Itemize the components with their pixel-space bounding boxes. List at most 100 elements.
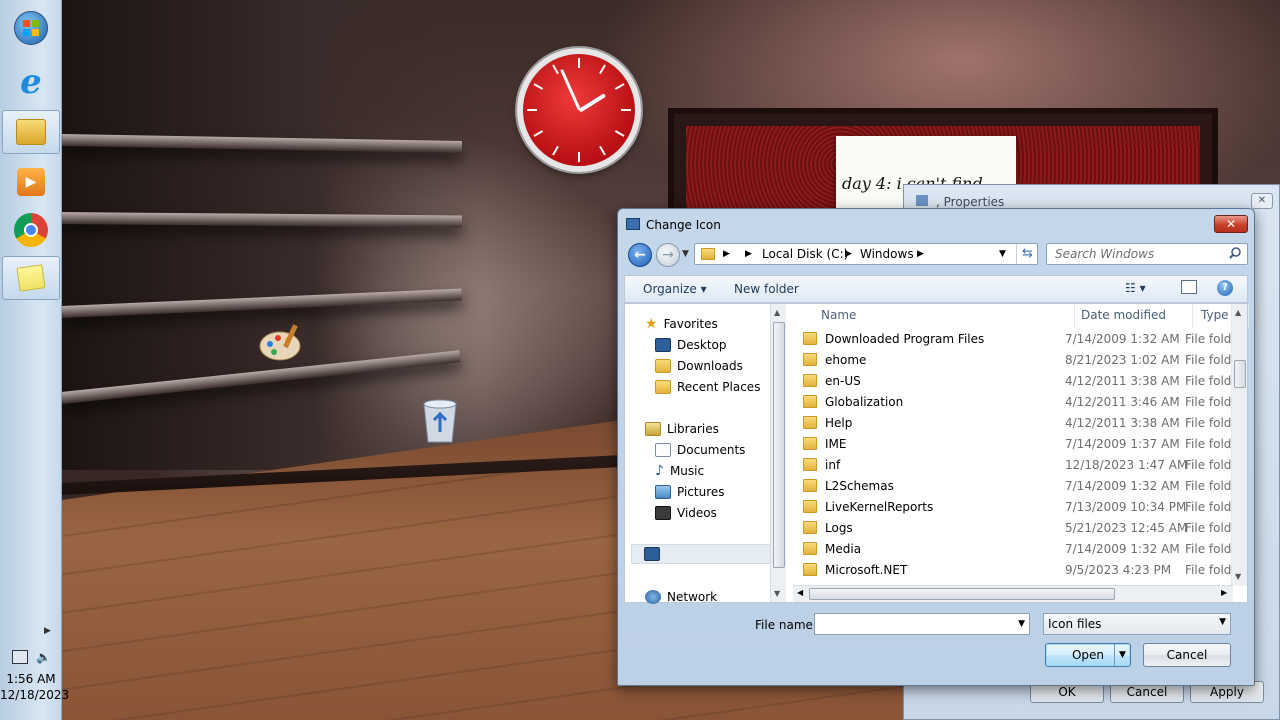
nav-pane-scrollbar[interactable]: ▲ ▼: [770, 304, 786, 602]
folder-icon: [803, 521, 817, 534]
start-button[interactable]: [2, 6, 60, 50]
scroll-down-arrow-icon[interactable]: ▼: [774, 589, 780, 598]
scroll-up-arrow-icon[interactable]: ▲: [1235, 308, 1241, 317]
help-icon[interactable]: ?: [1217, 280, 1233, 296]
file-list-horizontal-scrollbar[interactable]: ◀ ▶: [793, 585, 1233, 602]
address-bar[interactable]: ▶ ▶ Local Disk (C:) ▶ Windows ▶ ▼: [694, 243, 1038, 265]
cancel-button[interactable]: Cancel: [1143, 643, 1231, 667]
horizontal-scroll-thumb[interactable]: [809, 588, 1115, 600]
windows-orb-icon: [14, 11, 48, 45]
paint-icon[interactable]: [258, 320, 304, 375]
organize-menu[interactable]: Organize ▾: [643, 282, 707, 296]
file-name: Help: [825, 416, 853, 430]
taskbar-internet-explorer[interactable]: e: [2, 60, 60, 104]
column-header-name[interactable]: Name: [813, 304, 1075, 328]
command-bar: Organize ▾ New folder ☷ ▾ ?: [624, 275, 1248, 303]
new-folder-button[interactable]: New folder: [734, 282, 799, 296]
sticky-notes-icon: [16, 264, 46, 292]
nav-music[interactable]: ♪ Music: [655, 461, 815, 481]
network-tray-icon[interactable]: [12, 650, 28, 664]
file-row[interactable]: Globalization 4/12/2011 3:46 AM File folde…: [793, 392, 1244, 413]
file-date-modified: 5/21/2023 12:45 AM: [1065, 521, 1188, 535]
clock-gadget[interactable]: [517, 48, 641, 172]
properties-close-button[interactable]: ✕: [1251, 193, 1273, 209]
file-name: Microsoft.NET: [825, 563, 908, 577]
breadcrumb-windows[interactable]: Windows: [860, 247, 914, 261]
address-history-dropdown[interactable]: ▼: [999, 249, 1006, 259]
file-row[interactable]: ehome 8/21/2023 1:02 AM File folder: [793, 350, 1244, 371]
file-date-modified: 4/12/2011 3:46 AM: [1065, 395, 1180, 409]
file-date-modified: 12/18/2023 1:47 AM: [1065, 458, 1188, 472]
open-button[interactable]: Open ▼: [1045, 643, 1131, 667]
clock-minute-hand: [560, 68, 581, 111]
file-row[interactable]: Help 4/12/2011 3:38 AM File folder: [793, 413, 1244, 434]
file-name-input[interactable]: ▼: [814, 613, 1030, 635]
taskbar: e ▶ ▶ 🔈 1:56 AM 12/18/2023: [0, 0, 69, 720]
forward-button[interactable]: →: [656, 243, 680, 267]
file-row[interactable]: Downloaded Program Files 7/14/2009 1:32 A…: [793, 329, 1244, 350]
volume-muted-tray-icon[interactable]: 🔈: [36, 650, 51, 664]
nav-computer[interactable]: [631, 544, 783, 564]
file-row[interactable]: IME 7/14/2009 1:37 AM File folder: [793, 434, 1244, 455]
recent-pages-dropdown[interactable]: ▼: [682, 249, 689, 259]
file-name-dropdown-arrow-icon[interactable]: ▼: [1018, 619, 1025, 629]
view-options-icon[interactable]: ☷ ▾: [1125, 281, 1146, 295]
wallpaper-wall-shadow: [62, 0, 482, 470]
nav-desktop[interactable]: Desktop: [655, 335, 815, 355]
search-icon[interactable]: [1229, 247, 1241, 262]
dialog-close-button[interactable]: ✕: [1214, 215, 1248, 233]
file-browser: ★ Favorites Desktop Downloads Recent Pla…: [624, 303, 1249, 604]
file-type-select[interactable]: Icon files ▼: [1043, 613, 1231, 635]
taskbar-windows-explorer[interactable]: [2, 110, 60, 154]
computer-icon: [644, 547, 660, 561]
file-date-modified: 8/21/2023 1:02 AM: [1065, 353, 1180, 367]
breadcrumb-arrow-icon[interactable]: ▶: [917, 249, 924, 259]
breadcrumb-arrow-icon[interactable]: ▶: [845, 249, 852, 259]
scroll-down-arrow-icon[interactable]: ▼: [1235, 572, 1241, 581]
preview-pane-icon[interactable]: [1181, 280, 1197, 294]
nav-recent-places[interactable]: Recent Places: [655, 377, 815, 397]
file-name: inf: [825, 458, 841, 472]
documents-icon: [655, 443, 671, 457]
nav-pictures[interactable]: Pictures: [655, 482, 815, 502]
file-row[interactable]: Microsoft.NET 9/5/2023 4:23 PM File folder: [793, 560, 1244, 581]
file-type-dropdown-arrow-icon[interactable]: ▼: [1219, 617, 1226, 627]
nav-pane-scroll-thumb[interactable]: [773, 322, 785, 568]
file-row[interactable]: inf 12/18/2023 1:47 AM File folder: [793, 455, 1244, 476]
column-header-date[interactable]: Date modified: [1073, 304, 1193, 328]
open-split-arrow-icon[interactable]: ▼: [1114, 644, 1130, 666]
file-row[interactable]: Logs 5/21/2023 12:45 AM File folder: [793, 518, 1244, 539]
scroll-right-arrow-icon[interactable]: ▶: [1221, 588, 1227, 597]
file-row[interactable]: Media 7/14/2009 1:32 AM File folder: [793, 539, 1244, 560]
file-list-scrollbar[interactable]: ▲ ▼: [1231, 304, 1247, 586]
folder-library-icon: [16, 119, 46, 145]
file-list-scroll-thumb[interactable]: [1234, 360, 1246, 388]
file-row[interactable]: en-US 4/12/2011 3:38 AM File folder: [793, 371, 1244, 392]
file-row[interactable]: LiveKernelReports 7/13/2009 10:34 PM File …: [793, 497, 1244, 518]
system-clock[interactable]: 1:56 AM 12/18/2023: [0, 672, 69, 702]
search-box[interactable]: Search Windows: [1046, 243, 1248, 265]
breadcrumb-arrow-icon[interactable]: ▶: [745, 249, 752, 259]
nav-videos[interactable]: Videos: [655, 503, 815, 523]
file-date-modified: 7/14/2009 1:32 AM: [1065, 332, 1180, 346]
taskbar-chrome[interactable]: [2, 208, 60, 252]
pictures-icon: [655, 485, 671, 499]
ie-icon: e: [20, 62, 42, 102]
file-name: Globalization: [825, 395, 904, 409]
show-hidden-icons-chevron[interactable]: ▶: [44, 626, 51, 636]
breadcrumb-arrow-icon[interactable]: ▶: [723, 249, 730, 259]
nav-downloads[interactable]: Downloads: [655, 356, 815, 376]
network-icon: [645, 590, 661, 604]
file-row[interactable]: L2Schemas 7/14/2009 1:32 AM File folder: [793, 476, 1244, 497]
taskbar-sticky-notes[interactable]: [2, 256, 60, 300]
scroll-left-arrow-icon[interactable]: ◀: [797, 588, 803, 597]
recycle-bin-icon[interactable]: [420, 398, 460, 453]
star-icon: ★: [645, 316, 658, 332]
breadcrumb-local-disk[interactable]: Local Disk (C:): [762, 247, 848, 261]
file-name: ehome: [825, 353, 867, 367]
back-button[interactable]: ←: [628, 243, 652, 267]
scroll-up-arrow-icon[interactable]: ▲: [774, 308, 780, 317]
nav-documents[interactable]: Documents: [655, 440, 815, 460]
taskbar-media-player[interactable]: ▶: [2, 160, 60, 204]
refresh-icon[interactable]: ⇆: [1016, 244, 1038, 264]
